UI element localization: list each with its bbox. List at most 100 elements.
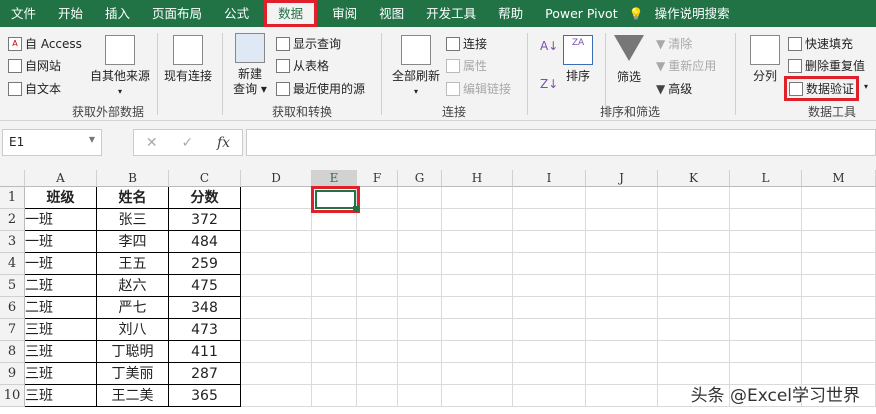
cell-C3[interactable]: 484 [169, 231, 241, 253]
cell-F9[interactable] [357, 363, 398, 385]
row-header-9[interactable]: 9 [0, 363, 25, 385]
cell-F3[interactable] [357, 231, 398, 253]
cell-H9[interactable] [442, 363, 513, 385]
cell-A10[interactable]: 三班 [25, 385, 97, 407]
cell-B5[interactable]: 赵六 [97, 275, 169, 297]
cell-H10[interactable] [442, 385, 513, 407]
cell-H4[interactable] [442, 253, 513, 275]
cell-M3[interactable] [802, 231, 876, 253]
cell-K1[interactable] [658, 187, 730, 209]
cell-C4[interactable]: 259 [169, 253, 241, 275]
row-header-4[interactable]: 4 [0, 253, 25, 275]
cell-I4[interactable] [513, 253, 586, 275]
cell-L7[interactable] [730, 319, 802, 341]
cell-G6[interactable] [398, 297, 442, 319]
cell-I2[interactable] [513, 209, 586, 231]
column-header-G[interactable]: G [398, 170, 442, 187]
edit-links-button[interactable]: 编辑链接 [446, 80, 511, 97]
tab-1[interactable]: 开始 [47, 0, 94, 27]
cell-E8[interactable] [312, 341, 357, 363]
enter-icon[interactable]: ✓ [181, 135, 193, 151]
cell-K8[interactable] [658, 341, 730, 363]
cell-M7[interactable] [802, 319, 876, 341]
cell-J6[interactable] [586, 297, 658, 319]
cell-I3[interactable] [513, 231, 586, 253]
cell-B2[interactable]: 张三 [97, 209, 169, 231]
cell-F7[interactable] [357, 319, 398, 341]
cell-I7[interactable] [513, 319, 586, 341]
cell-F10[interactable] [357, 385, 398, 407]
column-header-I[interactable]: I [513, 170, 586, 187]
existing-connections-button[interactable]: 现有连接 [161, 35, 215, 84]
cell-E9[interactable] [312, 363, 357, 385]
cell-G9[interactable] [398, 363, 442, 385]
cell-E10[interactable] [312, 385, 357, 407]
column-header-K[interactable]: K [658, 170, 730, 187]
insert-function-icon[interactable]: fx [217, 135, 230, 151]
cell-G7[interactable] [398, 319, 442, 341]
column-header-A[interactable]: A [25, 170, 97, 187]
cell-C2[interactable]: 372 [169, 209, 241, 231]
cell-K5[interactable] [658, 275, 730, 297]
tab-9[interactable]: 帮助 [487, 0, 534, 27]
cell-K3[interactable] [658, 231, 730, 253]
connections-button[interactable]: 连接 [446, 35, 487, 52]
cell-J5[interactable] [586, 275, 658, 297]
column-header-F[interactable]: F [357, 170, 398, 187]
cell-B1[interactable]: 姓名 [97, 187, 169, 209]
cell-B4[interactable]: 王五 [97, 253, 169, 275]
cell-L4[interactable] [730, 253, 802, 275]
cell-B6[interactable]: 严七 [97, 297, 169, 319]
cell-K7[interactable] [658, 319, 730, 341]
cell-L3[interactable] [730, 231, 802, 253]
cell-I8[interactable] [513, 341, 586, 363]
cell-A1[interactable]: 班级 [25, 187, 97, 209]
cell-D2[interactable] [241, 209, 312, 231]
cell-H1[interactable] [442, 187, 513, 209]
cell-J1[interactable] [586, 187, 658, 209]
cell-L1[interactable] [730, 187, 802, 209]
cell-M4[interactable] [802, 253, 876, 275]
cell-L8[interactable] [730, 341, 802, 363]
tab-7[interactable]: 视图 [368, 0, 415, 27]
cell-A6[interactable]: 二班 [25, 297, 97, 319]
column-header-M[interactable]: M [802, 170, 876, 187]
column-header-E[interactable]: E [312, 170, 357, 187]
column-header-C[interactable]: C [169, 170, 241, 187]
selected-cell-E1[interactable] [311, 186, 360, 213]
cell-G2[interactable] [398, 209, 442, 231]
cell-A8[interactable]: 三班 [25, 341, 97, 363]
text-to-columns-button[interactable]: 分列 [748, 35, 782, 84]
cell-H6[interactable] [442, 297, 513, 319]
cell-C6[interactable]: 348 [169, 297, 241, 319]
tab-3[interactable]: 页面布局 [141, 0, 213, 27]
cell-F2[interactable] [357, 209, 398, 231]
cell-F4[interactable] [357, 253, 398, 275]
cell-J9[interactable] [586, 363, 658, 385]
cell-C8[interactable]: 411 [169, 341, 241, 363]
cell-J3[interactable] [586, 231, 658, 253]
cell-B7[interactable]: 刘八 [97, 319, 169, 341]
cell-E6[interactable] [312, 297, 357, 319]
tab-5[interactable]: 数据 [264, 0, 318, 27]
cell-F8[interactable] [357, 341, 398, 363]
cell-L5[interactable] [730, 275, 802, 297]
cell-G4[interactable] [398, 253, 442, 275]
tab-4[interactable]: 公式 [213, 0, 260, 27]
cell-J4[interactable] [586, 253, 658, 275]
cell-B8[interactable]: 丁聪明 [97, 341, 169, 363]
flash-fill-button[interactable]: 快速填充 [788, 35, 853, 52]
cell-H3[interactable] [442, 231, 513, 253]
cell-I9[interactable] [513, 363, 586, 385]
tab-11[interactable]: 操作说明搜索 [644, 0, 741, 27]
row-header-7[interactable]: 7 [0, 319, 25, 341]
from-table-button[interactable]: 从表格 [276, 57, 329, 74]
cell-K2[interactable] [658, 209, 730, 231]
cell-A9[interactable]: 三班 [25, 363, 97, 385]
refresh-all-button[interactable]: 全部刷新 ▾ [388, 35, 444, 99]
cell-C9[interactable]: 287 [169, 363, 241, 385]
cell-H5[interactable] [442, 275, 513, 297]
cell-J8[interactable] [586, 341, 658, 363]
tab-2[interactable]: 插入 [94, 0, 141, 27]
column-header-B[interactable]: B [97, 170, 169, 187]
